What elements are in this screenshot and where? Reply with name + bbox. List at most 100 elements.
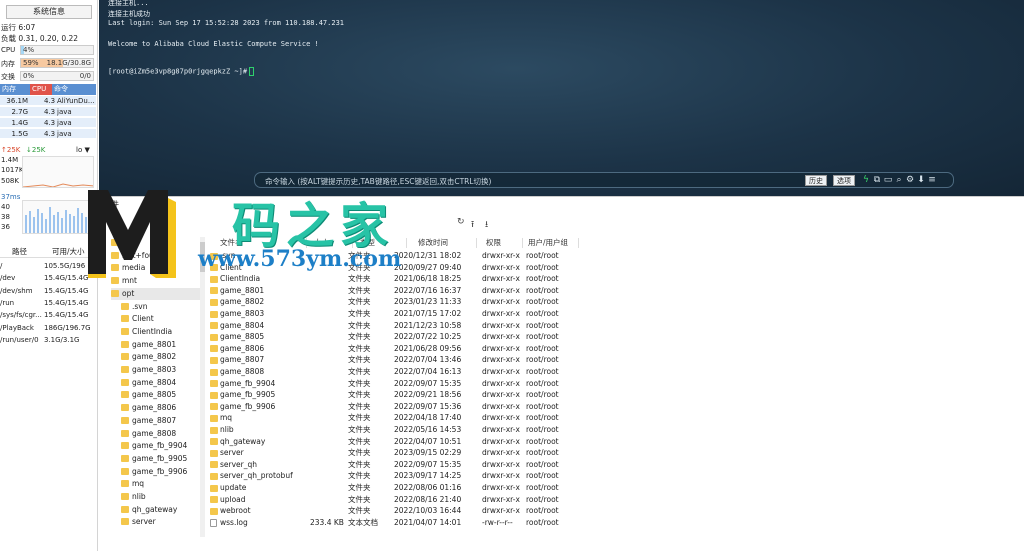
process-row[interactable]: 1.4G 4.3 java xyxy=(0,118,96,128)
col-owner[interactable]: 用户/用户组 xyxy=(528,237,568,249)
file-row[interactable]: game_8806 文件夹 2021/06/28 09:56 drwxr-xr-x ro… xyxy=(206,343,1024,355)
file-row[interactable]: game_fb_9905 文件夹 2022/09/21 18:56 drwxr-xr-… xyxy=(206,389,1024,401)
tree-item[interactable]: game_8808 xyxy=(121,428,201,440)
tree-item[interactable]: game_8804 xyxy=(121,377,201,389)
file-perm: drwxr-xr-x xyxy=(482,285,520,295)
file-row[interactable]: game_fb_9906 文件夹 2022/09/07 15:36 drwxr-xr-… xyxy=(206,401,1024,413)
file-row[interactable]: server 文件夹 2023/09/15 02:29 drwxr-xr-x root/… xyxy=(206,447,1024,459)
file-mtime: 2020/09/27 09:40 xyxy=(394,262,462,272)
tree-item[interactable]: mq xyxy=(121,478,201,490)
file-row[interactable]: .svn 文件夹 2020/12/31 18:02 drwxr-xr-x root/ro… xyxy=(206,250,1024,262)
disk-row[interactable]: /run/user/0 3.1G/3.1G xyxy=(0,334,96,346)
tree-item[interactable]: game_fb_9906 xyxy=(121,466,201,478)
net-down: ↓25K xyxy=(26,146,46,154)
file-row[interactable]: game_8802 文件夹 2023/01/23 11:33 drwxr-xr-x ro… xyxy=(206,296,1024,308)
tree-item[interactable]: game_8805 xyxy=(121,389,201,401)
tree-item[interactable]: mnt xyxy=(111,275,201,287)
file-row[interactable]: update 文件夹 2022/08/06 01:16 drwxr-xr-x root/… xyxy=(206,482,1024,494)
tree-item[interactable]: qh_gateway xyxy=(121,504,201,516)
history-button[interactable]: 历史 xyxy=(805,175,827,186)
file-row[interactable]: server_qh_protobuf 文件夹 2023/09/17 14:25 drw… xyxy=(206,470,1024,482)
lightning-icon[interactable]: ϟ xyxy=(861,175,871,186)
tree-item[interactable]: game_fb_9905 xyxy=(121,453,201,465)
file-row[interactable]: wss.log 233.4 KB 文本文档 2021/04/07 14:01 -rw-r… xyxy=(206,517,1024,529)
tree-scrollbar[interactable] xyxy=(200,237,205,537)
net-iface-select[interactable]: lo ▼ xyxy=(76,146,90,154)
process-row[interactable]: 2.7G 4.3 java xyxy=(0,107,96,117)
col-mem[interactable]: 内存 xyxy=(0,84,30,95)
col-mtime[interactable]: 修改时间 xyxy=(418,237,448,249)
tree-item[interactable]: lib xyxy=(111,237,201,249)
disk-row[interactable]: /dev 15.4G/15.4G xyxy=(0,272,96,284)
col-cpu[interactable]: CPU xyxy=(30,84,52,95)
tree-item[interactable]: nlib xyxy=(121,491,201,503)
command-input-bar[interactable]: 命令输入 (按ALT键提示历史,TAB键路径,ESC键返回,双击CTRL切换) … xyxy=(254,172,954,188)
col-type[interactable]: 类型 xyxy=(360,237,375,249)
file-owner: root/root xyxy=(526,517,559,527)
gear-icon[interactable]: ⚙ xyxy=(905,175,915,186)
mem-meter: 内存 59% 18.1G/30.8G xyxy=(0,58,97,69)
file-row[interactable]: ClientIndia 文件夹 2021/06/18 18:25 drwxr-xr-x… xyxy=(206,273,1024,285)
download-icon[interactable]: ⬇ xyxy=(916,175,926,186)
file-row[interactable]: game_8801 文件夹 2022/07/16 16:37 drwxr-xr-x ro… xyxy=(206,285,1024,297)
process-row[interactable]: 1.5G 4.3 java xyxy=(0,129,96,139)
col-cmd[interactable]: 命令 xyxy=(52,84,96,95)
disk-row[interactable]: /run 15.4G/15.4G xyxy=(0,297,96,309)
file-row[interactable]: game_8805 文件夹 2022/07/22 10:25 drwxr-xr-x ro… xyxy=(206,331,1024,343)
file-row[interactable]: game_8804 文件夹 2021/12/23 10:58 drwxr-xr-x ro… xyxy=(206,320,1024,332)
file-type: 文件夹 xyxy=(348,459,371,469)
tree-item[interactable]: game_8806 xyxy=(121,402,201,414)
disk-row[interactable]: /sys/fs/cgr... 15.4G/15.4G xyxy=(0,309,96,321)
file-row[interactable]: Client 文件夹 2020/09/27 09:40 drwxr-xr-x root/… xyxy=(206,262,1024,274)
tree-item[interactable]: game_8803 xyxy=(121,364,201,376)
file-row[interactable]: game_8807 文件夹 2022/07/04 13:46 drwxr-xr-x ro… xyxy=(206,354,1024,366)
command-input-hint[interactable]: 命令输入 (按ALT键提示历史,TAB键路径,ESC键返回,双击CTRL切换) xyxy=(265,176,491,187)
terminal-pane[interactable]: 连接主机... 连接主机成功 Last login: Sun Sep 17 15:5… xyxy=(99,0,1024,196)
col-filesize[interactable]: 大小 xyxy=(314,237,329,249)
disk-row[interactable]: /dev/shm 15.4G/15.4G xyxy=(0,285,96,297)
tree-item[interactable]: opt xyxy=(111,287,201,300)
file-row[interactable]: game_8808 文件夹 2022/07/04 16:13 drwxr-xr-x ro… xyxy=(206,366,1024,378)
col-permission[interactable]: 权限 xyxy=(486,237,501,249)
tree-item[interactable]: Client xyxy=(121,313,201,325)
tree-item[interactable]: media xyxy=(111,262,201,274)
col-filename[interactable]: 文件名 xyxy=(220,237,243,249)
copy-icon[interactable]: ⧉ xyxy=(872,175,882,186)
file-row[interactable]: webroot 文件夹 2022/10/03 16:44 drwxr-xr-x root… xyxy=(206,505,1024,517)
tree-item[interactable]: game_fb_9904 xyxy=(121,440,201,452)
files-tab[interactable]: 文件 xyxy=(103,199,119,210)
process-row[interactable]: 36.1M 4.3 AliYunDu... xyxy=(0,96,96,106)
tree-scroll-thumb[interactable] xyxy=(200,242,205,272)
tree-item[interactable]: lost+found xyxy=(111,250,201,262)
file-row[interactable]: game_8803 文件夹 2021/07/15 17:02 drwxr-xr-x ro… xyxy=(206,308,1024,320)
paste-icon[interactable]: ▭ xyxy=(883,175,893,186)
tree-item[interactable]: game_8807 xyxy=(121,415,201,427)
col-size[interactable]: 可用/大小 xyxy=(52,246,85,258)
file-row[interactable]: mq 文件夹 2022/04/18 17:40 drwxr-xr-x root/root xyxy=(206,412,1024,424)
file-list: 文件名 大小 类型 修改时间 权限 用户/用户组 .svn 文件夹 2020/12/… xyxy=(206,237,1024,551)
file-owner: root/root xyxy=(526,332,559,342)
options-button[interactable]: 选项 xyxy=(833,175,855,186)
tree-item[interactable]: server xyxy=(121,516,201,528)
disk-row[interactable]: /PlayBack 186G/196.7G xyxy=(0,322,96,334)
file-row[interactable]: upload 文件夹 2022/08/16 21:40 drwxr-xr-x root/… xyxy=(206,494,1024,506)
search-icon[interactable]: ⌕ xyxy=(894,175,904,186)
menu-icon[interactable]: ≡ xyxy=(927,175,937,186)
tree-item[interactable]: .svn xyxy=(121,301,201,313)
refresh-icon[interactable]: ↻ xyxy=(457,217,465,227)
tree-item[interactable]: game_8801 xyxy=(121,339,201,351)
file-name: server_qh xyxy=(220,459,258,469)
system-info-button[interactable]: 系统信息 xyxy=(6,5,92,19)
col-path[interactable]: 路径 xyxy=(12,246,27,258)
file-row[interactable]: server_qh 文件夹 2022/09/07 15:35 drwxr-xr-x ro… xyxy=(206,459,1024,471)
file-row[interactable]: nlib 文件夹 2022/05/16 14:53 drwxr-xr-x root/ro… xyxy=(206,424,1024,436)
file-row[interactable]: game_fb_9904 文件夹 2022/09/07 15:35 drwxr-xr-… xyxy=(206,378,1024,390)
tree-item-label: lib xyxy=(122,238,131,247)
file-row[interactable]: qh_gateway 文件夹 2022/04/07 10:51 drwxr-xr-x r… xyxy=(206,436,1024,448)
disk-row[interactable]: / 105.5G/196 xyxy=(0,260,96,272)
terminal-text: [root@iZm5e3vp8g87p0rjgqepkzZ ~]# xyxy=(108,67,248,76)
download-icon[interactable]: ⭳ xyxy=(485,217,488,233)
tree-item[interactable]: game_8802 xyxy=(121,351,201,363)
tree-item[interactable]: ClientIndia xyxy=(121,326,201,338)
upload-icon[interactable]: ⭱ xyxy=(471,217,474,233)
